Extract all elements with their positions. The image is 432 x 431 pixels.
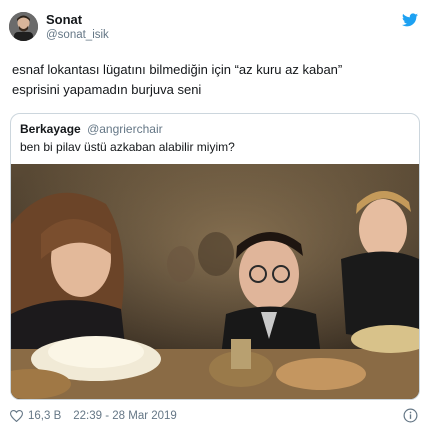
author-name[interactable]: Sonat <box>46 12 82 27</box>
tweet-text-line-2: esprisini yapamadın burjuva seni <box>12 82 202 97</box>
twitter-bird-icon[interactable] <box>402 13 418 27</box>
quoted-photo[interactable] <box>11 164 419 399</box>
quoted-author-name[interactable]: Berkayage <box>20 122 81 136</box>
tweet-text: esnaf lokantası lügatını bilmediğin için… <box>12 60 422 100</box>
tweet-card: Sonat @sonat_isik esnaf lokantası lügatı… <box>0 0 432 431</box>
info-icon[interactable] <box>403 408 418 423</box>
author-handle[interactable]: @sonat_isik <box>46 29 109 41</box>
heart-icon[interactable] <box>10 410 23 422</box>
tweet-footer: 16,3 B 22:39 - 28 Mar 2019 <box>10 408 177 424</box>
like-count[interactable]: 16,3 B <box>28 410 61 422</box>
avatar[interactable] <box>9 12 38 41</box>
quoted-tweet[interactable]: Berkayage @angrierchair ben bi pilav üst… <box>10 113 420 400</box>
quoted-header: Berkayage @angrierchair <box>20 122 163 136</box>
tweet-text-line-1: esnaf lokantası lügatını bilmediğin için… <box>12 62 343 77</box>
quoted-author-handle[interactable]: @angrierchair <box>87 122 163 136</box>
quoted-text: ben bi pilav üstü azkaban alabilir miyim… <box>20 140 235 154</box>
timestamp[interactable]: 22:39 - 28 Mar 2019 <box>73 410 177 422</box>
